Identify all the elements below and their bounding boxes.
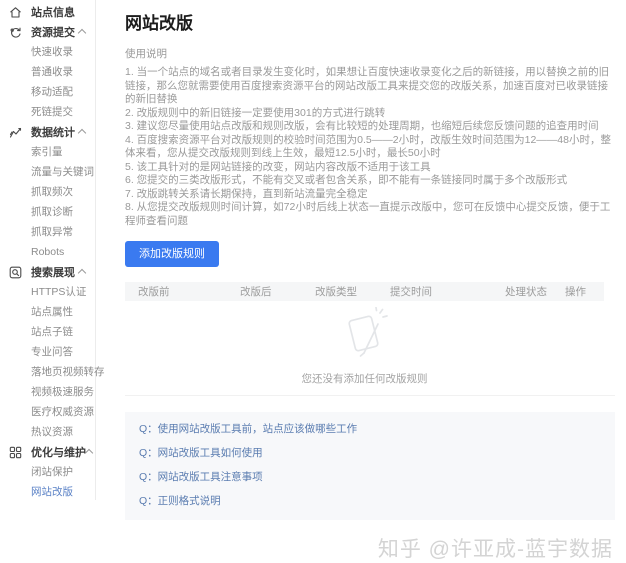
usage-title: 使用说明 xyxy=(125,46,615,61)
sidebar-item[interactable]: 抓取诊断 xyxy=(0,202,95,222)
column-header: 改版前 xyxy=(138,284,240,299)
sidebar-item[interactable]: HTTPS认证 xyxy=(0,282,95,302)
search-display-icon xyxy=(9,266,22,279)
instruction-item: 7. 改版跳转关系请长期保持，直到新站流量完全稳定 xyxy=(125,188,615,202)
home-icon xyxy=(9,6,22,19)
sidebar-item[interactable]: 抓取频次 xyxy=(0,182,95,202)
instruction-item: 3. 建议您尽量使用站点改版和规则改版，会有比较短的处理周期，也缩短后续您反馈问… xyxy=(125,120,615,134)
chevron-up-icon[interactable] xyxy=(85,449,93,457)
sidebar-section-label: 资源提交 xyxy=(31,24,79,40)
instruction-item: 8. 从您提交改版规则时间计算，如72小时后线上状态一直提示改版中，您可在反馈中… xyxy=(125,201,615,228)
sidebar-section-header[interactable]: 优化与维护 xyxy=(0,442,95,462)
main-content: 网站改版 使用说明 1. 当一个站点的域名或者目录发生变化时，如果想让百度快速收… xyxy=(97,0,626,500)
column-header: 操作 xyxy=(565,284,604,299)
submit-icon xyxy=(9,26,22,39)
sidebar-item[interactable]: 视频极速服务 xyxy=(0,382,95,402)
empty-state: 您还没有添加任何改版规则 xyxy=(125,301,604,386)
chevron-up-icon[interactable] xyxy=(78,129,86,137)
sidebar-item[interactable]: Robots xyxy=(0,242,95,262)
chart-icon xyxy=(9,126,22,139)
sidebar-item[interactable]: 流量与关键词 xyxy=(0,162,95,182)
instruction-item: 6. 您提交的三类改版形式，不能有交叉或者包含关系，即不能有一条链接同时属于多个… xyxy=(125,174,615,188)
section-divider xyxy=(125,395,615,396)
sidebar-section-header[interactable]: 数据统计 xyxy=(0,122,95,142)
sidebar-item[interactable]: 落地页视频转存 xyxy=(0,362,95,382)
faq-link[interactable]: Q：网站改版工具如何使用 xyxy=(139,447,605,459)
sidebar-section-label: 搜索展现 xyxy=(31,264,79,280)
sidebar-item[interactable]: 专业问答 xyxy=(0,342,95,362)
instruction-item: 2. 改版规则中的新旧链接一定要使用301的方式进行跳转 xyxy=(125,107,615,121)
column-header: 处理状态 xyxy=(505,284,565,299)
faq-link[interactable]: Q：正则格式说明 xyxy=(139,495,605,507)
column-header: 改版类型 xyxy=(315,284,390,299)
sidebar-item[interactable]: 站点子链 xyxy=(0,322,95,342)
sidebar-item[interactable]: 快速收录 xyxy=(0,42,95,62)
grid-icon xyxy=(9,446,22,459)
column-header: 提交时间 xyxy=(390,284,505,299)
sidebar-nav: 站点信息资源提交快速收录普通收录移动适配死链提交数据统计索引量流量与关键词抓取频… xyxy=(0,0,96,500)
sidebar-item[interactable]: 网站改版 xyxy=(0,482,95,502)
column-header: 改版后 xyxy=(240,284,315,299)
faq-link[interactable]: Q：使用网站改版工具前，站点应该做哪些工作 xyxy=(139,423,605,435)
sidebar-section-header[interactable]: 搜索展现 xyxy=(0,262,95,282)
chevron-up-icon[interactable] xyxy=(78,269,86,277)
instruction-item: 5. 该工具针对的是网站链接的改变，网站内容改版不适用于该工具 xyxy=(125,161,615,175)
sidebar-item[interactable]: 医疗权威资源 xyxy=(0,402,95,422)
sidebar-item[interactable]: 死链提交 xyxy=(0,102,95,122)
add-rule-button[interactable]: 添加改版规则 xyxy=(125,241,219,267)
watermark-text: 知乎 @许亚成-蓝宇数据 xyxy=(125,533,615,563)
sidebar-section-label: 数据统计 xyxy=(31,124,79,140)
instruction-item: 4. 百度搜索资源平台对改版规则的校验时间范围为0.5——2小时，改版生效时间范… xyxy=(125,134,615,161)
instruction-list: 1. 当一个站点的域名或者目录发生变化时，如果想让百度快速收录变化之后的新链接，… xyxy=(125,66,615,228)
page-title: 网站改版 xyxy=(125,9,615,34)
sidebar-section-header[interactable]: 资源提交 xyxy=(0,22,95,42)
chevron-up-icon[interactable] xyxy=(78,29,86,37)
sidebar-item[interactable]: 闭站保护 xyxy=(0,462,95,482)
sidebar-section-label: 优化与维护 xyxy=(31,444,86,460)
sidebar-item[interactable]: 移动适配 xyxy=(0,82,95,102)
empty-state-text: 您还没有添加任何改版规则 xyxy=(125,371,604,386)
sidebar-item[interactable]: 抓取异常 xyxy=(0,222,95,242)
sidebar-section-header[interactable]: 站点信息 xyxy=(0,2,95,22)
sidebar-section-label: 站点信息 xyxy=(31,4,88,20)
faq-link[interactable]: Q：网站改版工具注意事项 xyxy=(139,471,605,483)
sidebar-item[interactable]: 热议资源 xyxy=(0,422,95,442)
empty-paper-pencil-icon xyxy=(336,348,394,365)
sidebar-item[interactable]: 普通收录 xyxy=(0,62,95,82)
sidebar-item[interactable]: 索引量 xyxy=(0,142,95,162)
faq-panel: Q：使用网站改版工具前，站点应该做哪些工作 Q：网站改版工具如何使用 Q：网站改版工… xyxy=(125,412,615,520)
sidebar-item[interactable]: 站点属性 xyxy=(0,302,95,322)
instruction-item: 1. 当一个站点的域名或者目录发生变化时，如果想让百度快速收录变化之后的新链接，… xyxy=(125,66,615,107)
rules-table-header: 改版前改版后改版类型提交时间处理状态操作 xyxy=(125,282,604,301)
